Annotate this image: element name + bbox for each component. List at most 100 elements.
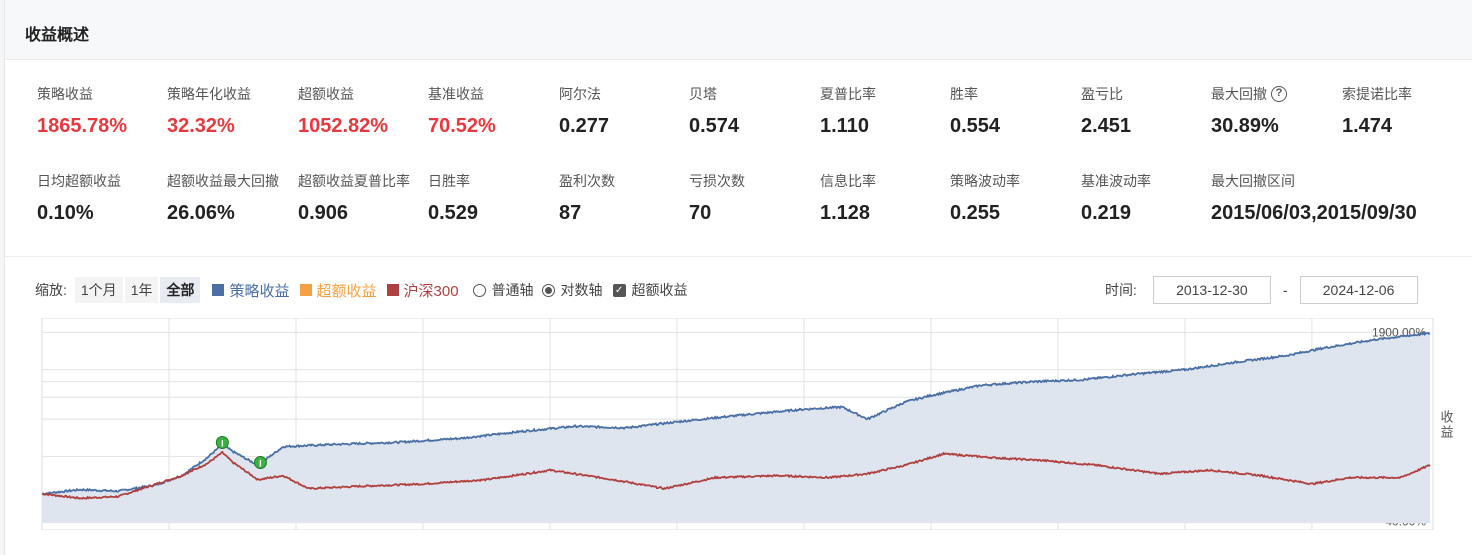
metric-label-text: 策略波动率 — [950, 173, 1020, 189]
metric-metrics_row1-0: 策略收益 1865.78% — [37, 84, 167, 138]
zoom-1-year-button[interactable]: 1年 — [124, 277, 159, 303]
metric-value: 1.474 — [1342, 115, 1393, 137]
metric-metrics_row2-6: 信息比率 1.128 — [820, 171, 950, 225]
metric-metrics_row2-0: 日均超额收益 0.10% — [37, 171, 167, 225]
metric-metrics_row2-2: 超额收益夏普比率 0.906 — [298, 171, 428, 225]
divider — [5, 256, 1472, 257]
metric-value: 0.277 — [559, 115, 610, 137]
legend-excess[interactable]: 超额收益 — [299, 280, 377, 301]
metric-label: 贝塔 — [689, 84, 819, 104]
metric-label-text: 基准收益 — [428, 86, 484, 102]
panel-title: 收益概述 — [25, 27, 90, 44]
metric-label-text: 贝塔 — [689, 86, 717, 102]
metric-label-text: 超额收益最大回撤 — [167, 173, 279, 189]
normal-axis-radio[interactable] — [472, 283, 486, 297]
metric-label-text: 超额收益 — [298, 86, 354, 102]
legend-strategy-label: 策略收益 — [229, 282, 290, 300]
log-axis-radio[interactable] — [541, 283, 555, 297]
excess-return-checkbox-label: 超额收益 — [631, 282, 688, 298]
metric-label-text: 亏损次数 — [689, 173, 745, 189]
metric-value: 2.451 — [1081, 115, 1132, 137]
metric-label: 超额收益最大回撤 — [167, 171, 297, 191]
metric-label: 亏损次数 — [689, 171, 819, 191]
legend-benchmark[interactable]: 沪深300 — [386, 280, 459, 301]
metric-metrics_row2-5: 亏损次数 70 — [689, 171, 819, 225]
metric-value: 0.529 — [428, 202, 479, 224]
metric-value: 2015/06/03,2015/09/30 — [1211, 202, 1417, 224]
metric-label-text: 盈利次数 — [559, 173, 615, 189]
metric-label: 盈亏比 — [1081, 84, 1211, 104]
metric-label: 基准收益 — [428, 84, 558, 104]
metric-metrics_row1-3: 基准收益 70.52% — [428, 84, 558, 138]
metric-label: 最大回撤区间 — [1211, 171, 1341, 191]
metric-label-text: 胜率 — [950, 86, 978, 102]
metric-label: 夏普比率 — [820, 84, 950, 104]
metric-metrics_row1-7: 胜率 0.554 — [950, 84, 1080, 138]
metric-label-text: 日均超额收益 — [37, 173, 121, 189]
metric-value: 0.554 — [950, 115, 1001, 137]
chart-toolbar: 缩放: 1个月 1年 全部 策略收益 超额收益 沪深300 普通轴 对数轴 ✓ … — [35, 276, 688, 304]
help-icon[interactable]: ? — [1271, 86, 1287, 102]
metric-label: 阿尔法 — [559, 84, 689, 104]
legend-strategy-swatch — [212, 284, 225, 296]
metric-label-text: 信息比率 — [820, 173, 876, 189]
metric-label: 胜率 — [950, 84, 1080, 104]
metric-value: 0.10% — [37, 202, 94, 224]
end-date-input[interactable]: 2024-12-06 — [1299, 276, 1418, 304]
metric-label-text: 基准波动率 — [1081, 173, 1151, 189]
metric-label: 信息比率 — [820, 171, 950, 191]
metric-label: 策略收益 — [37, 84, 167, 104]
event-marker-label: I — [259, 459, 262, 469]
legend-excess-label: 超额收益 — [316, 282, 377, 300]
returns-overview-panel: 收益概述 策略收益 1865.78% 策略年化收益 32.32% 超额收益 1052.82… — [4, 0, 1472, 555]
legend-strategy[interactable]: 策略收益 — [212, 280, 290, 301]
metric-label: 日胜率 — [428, 171, 558, 191]
metric-metrics_row2-7: 策略波动率 0.255 — [950, 171, 1080, 225]
zoom-1-month-button[interactable]: 1个月 — [74, 277, 123, 303]
metric-label-text: 策略收益 — [37, 86, 93, 102]
metric-value: 1.110 — [820, 115, 869, 137]
metric-label: 最大回撤? — [1211, 84, 1341, 104]
legend-excess-swatch — [299, 284, 312, 296]
metric-value: 0.219 — [1081, 202, 1132, 224]
metric-value: 1052.82% — [298, 115, 389, 137]
metric-label-text: 阿尔法 — [559, 86, 601, 102]
metric-metrics_row2-9: 最大回撤区间 2015/06/03,2015/09/30 — [1211, 171, 1417, 225]
metric-metrics_row1-4: 阿尔法 0.277 — [559, 84, 689, 138]
legend-benchmark-swatch — [386, 284, 399, 296]
metric-label-text: 最大回撤区间 — [1211, 173, 1295, 189]
metric-label-text: 索提诺比率 — [1342, 86, 1412, 102]
zoom-all-button[interactable]: 全部 — [160, 277, 201, 303]
metric-metrics_row2-4: 盈利次数 87 — [559, 171, 689, 225]
metric-metrics_row1-6: 夏普比率 1.110 — [820, 84, 950, 138]
metric-label-text: 超额收益夏普比率 — [298, 173, 410, 189]
metric-value: 1.128 — [820, 202, 871, 224]
start-date-input[interactable]: 2013-12-30 — [1152, 276, 1271, 304]
date-separator: - — [1282, 282, 1288, 298]
metric-metrics_row1-10: 索提诺比率 1.474 — [1342, 84, 1472, 138]
excess-return-checkbox[interactable]: ✓ — [612, 283, 626, 297]
metric-label: 日均超额收益 — [37, 171, 167, 191]
metric-metrics_row2-1: 超额收益最大回撤 26.06% — [167, 171, 297, 225]
metric-metrics_row1-9: 最大回撤? 30.89% — [1211, 84, 1341, 138]
normal-axis-label: 普通轴 — [491, 282, 534, 298]
zoom-label: 缩放: — [35, 282, 67, 298]
metric-value: 32.32% — [167, 115, 235, 137]
metric-label-text: 策略年化收益 — [167, 86, 251, 102]
metric-label: 超额收益 — [298, 84, 428, 104]
metric-value: 26.06% — [167, 202, 235, 224]
metric-label: 策略年化收益 — [167, 84, 297, 104]
metric-label: 基准波动率 — [1081, 171, 1211, 191]
returns-chart[interactable]: 1900.00%900.00%700.00%500.00%300.00%100.… — [38, 318, 1472, 530]
metric-value: 87 — [559, 202, 582, 224]
metric-metrics_row1-2: 超额收益 1052.82% — [298, 84, 428, 138]
time-range: 时间: 2013-12-30 - 2024-12-06 — [1105, 276, 1418, 304]
event-marker-label: I — [221, 438, 224, 448]
time-label: 时间: — [1105, 282, 1137, 298]
metric-label-text: 夏普比率 — [820, 86, 876, 102]
metric-value: 0.574 — [689, 115, 740, 137]
metric-value: 0.255 — [950, 202, 1001, 224]
legend-benchmark-label: 沪深300 — [403, 282, 459, 300]
metric-label: 策略波动率 — [950, 171, 1080, 191]
metric-value: 1865.78% — [37, 115, 128, 137]
